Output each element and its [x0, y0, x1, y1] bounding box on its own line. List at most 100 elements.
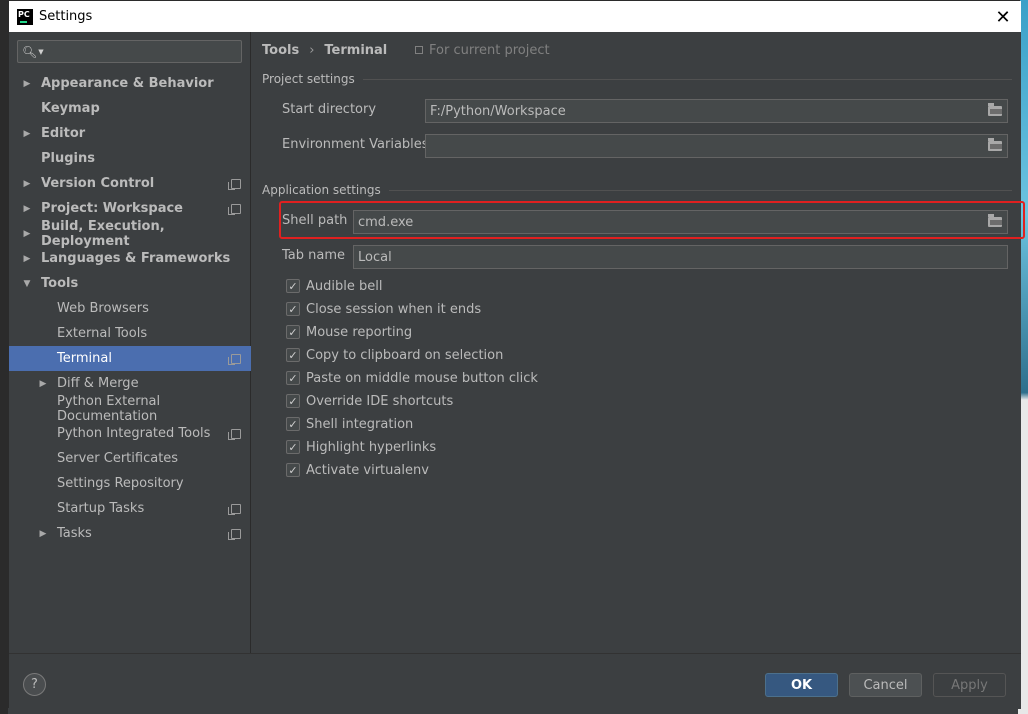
pycharm-logo-icon: PC: [17, 8, 33, 25]
project-scope-icon: [228, 428, 241, 440]
shell-path-value: cmd.exe: [358, 214, 414, 230]
shell-path-field[interactable]: cmd.exe: [353, 210, 1008, 234]
sidebar-item-plugins[interactable]: Plugins: [9, 146, 251, 171]
dialog-button-bar: ? OK Cancel Apply: [9, 653, 1021, 709]
sidebar-item-tools[interactable]: ▼ Tools: [9, 271, 251, 296]
sidebar-item-keymap[interactable]: Keymap: [9, 96, 251, 121]
sidebar-item-diff-merge[interactable]: ▶ Diff & Merge: [9, 371, 251, 396]
checkbox-row[interactable]: ✓ Activate virtualenv: [286, 461, 429, 479]
settings-dialog: PC Settings ✕ 🔍︎ ▼ ▶ Appearance & Behavio…: [8, 0, 1025, 709]
sidebar-item-startup-tasks[interactable]: Startup Tasks: [9, 496, 251, 521]
checkbox[interactable]: ✓: [286, 394, 300, 408]
chevron-right-icon[interactable]: ▶: [22, 204, 32, 214]
search-input[interactable]: 🔍︎ ▼: [17, 40, 242, 63]
chevron-right-icon[interactable]: ▶: [22, 254, 32, 264]
sidebar-item-label: Startup Tasks: [57, 501, 145, 516]
chevron-down-icon[interactable]: ▼: [22, 279, 32, 289]
checkbox-row[interactable]: ✓ Highlight hyperlinks: [286, 438, 436, 456]
application-settings-header: Application settings: [262, 183, 1012, 197]
sidebar-item-server-certificates[interactable]: Server Certificates: [9, 446, 251, 471]
checkbox[interactable]: ✓: [286, 417, 300, 431]
sidebar-item-version-control[interactable]: ▶ Version Control: [9, 171, 251, 196]
sidebar-item-external-tools[interactable]: External Tools: [9, 321, 251, 346]
close-icon[interactable]: ✕: [989, 3, 1017, 31]
project-scope-icon: [228, 528, 241, 540]
sidebar-item-project-workspace[interactable]: ▶ Project: Workspace: [9, 196, 251, 221]
checkbox-row[interactable]: ✓ Audible bell: [286, 277, 382, 295]
breadcrumb: Tools › Terminal: [262, 41, 387, 59]
sidebar-item-label: Terminal: [57, 351, 112, 366]
shell-path-label: Shell path: [282, 213, 348, 228]
checkbox-label: Copy to clipboard on selection: [306, 347, 504, 363]
checkbox[interactable]: ✓: [286, 463, 300, 477]
sidebar-item-settings-repository[interactable]: Settings Repository: [9, 471, 251, 496]
sidebar-item-label: Keymap: [41, 101, 100, 116]
chevron-right-icon[interactable]: ▶: [22, 79, 32, 89]
checkbox[interactable]: ✓: [286, 371, 300, 385]
apply-button[interactable]: Apply: [933, 673, 1006, 697]
sidebar-item-tasks[interactable]: ▶ Tasks: [9, 521, 251, 546]
checkbox-row[interactable]: ✓ Copy to clipboard on selection: [286, 346, 503, 364]
terminal-settings-panel: Tools › Terminal For current project Pro…: [252, 32, 1025, 653]
chevron-right-icon[interactable]: ▶: [38, 379, 48, 389]
checkbox-row[interactable]: ✓ Mouse reporting: [286, 323, 412, 341]
sidebar-item-build-execution-deployment[interactable]: ▶ Build, Execution, Deployment: [9, 218, 251, 249]
sidebar-item-label: Build, Execution, Deployment: [41, 218, 165, 249]
tab-name-field[interactable]: Local: [353, 245, 1008, 269]
checkbox-row[interactable]: ✓ Close session when it ends: [286, 300, 481, 318]
ok-button[interactable]: OK: [765, 673, 838, 697]
checkbox-row[interactable]: ✓ Paste on middle mouse button click: [286, 369, 538, 387]
help-button[interactable]: ?: [23, 673, 46, 696]
checkbox[interactable]: ✓: [286, 348, 300, 362]
sidebar-item-python-external-documentation[interactable]: Python External Documentation: [9, 393, 251, 424]
checkbox[interactable]: ✓: [286, 302, 300, 316]
project-scope-icon: [228, 353, 241, 365]
sidebar-item-label: Server Certificates: [57, 451, 179, 466]
start-directory-label: Start directory: [282, 102, 377, 117]
folder-icon[interactable]: [988, 214, 1002, 227]
checkbox[interactable]: ✓: [286, 440, 300, 454]
environment-variables-field[interactable]: [425, 134, 1008, 158]
chevron-right-icon[interactable]: ▶: [38, 529, 48, 539]
sidebar-item-editor[interactable]: ▶ Editor: [9, 121, 251, 146]
project-settings-title: Project settings: [262, 72, 355, 86]
sidebar-item-terminal[interactable]: Terminal: [9, 346, 251, 371]
chevron-right-icon[interactable]: ▶: [22, 179, 32, 189]
title-bar: PC Settings ✕: [9, 1, 1021, 32]
sidebar-item-label: Tasks: [57, 526, 92, 541]
scope-note-label: For current project: [429, 42, 550, 58]
checkbox-row[interactable]: ✓ Override IDE shortcuts: [286, 392, 453, 410]
sidebar-item-label: Version Control: [41, 176, 155, 191]
checkbox-row[interactable]: ✓ Shell integration: [286, 415, 413, 433]
sidebar-item-label: Appearance & Behavior: [41, 76, 214, 91]
project-scope-icon: [415, 46, 423, 54]
chevron-down-icon: ▼: [38, 47, 44, 56]
sidebar-item-python-integrated-tools[interactable]: Python Integrated Tools: [9, 421, 251, 446]
sidebar-item-label: Web Browsers: [57, 301, 149, 316]
search-icon: 🔍︎: [22, 44, 38, 59]
breadcrumb-parent: Tools: [262, 42, 300, 58]
breadcrumb-current: Terminal: [324, 42, 388, 58]
sidebar-item-languages-frameworks[interactable]: ▶ Languages & Frameworks: [9, 246, 251, 271]
chevron-right-icon[interactable]: ▶: [22, 229, 32, 239]
folder-icon[interactable]: [988, 103, 1002, 116]
desktop-background-left: [0, 0, 8, 714]
project-settings-header: Project settings: [262, 72, 1012, 86]
sidebar-item-web-browsers[interactable]: Web Browsers: [9, 296, 251, 321]
project-scope-icon: [228, 178, 241, 190]
folder-icon[interactable]: [988, 138, 1002, 151]
chevron-right-icon[interactable]: ▶: [22, 129, 32, 139]
sidebar-item-label: Python Integrated Tools: [57, 426, 211, 441]
checkbox[interactable]: ✓: [286, 279, 300, 293]
tab-name-value: Local: [358, 249, 392, 265]
start-directory-field[interactable]: F:/Python/Workspace: [425, 99, 1008, 123]
sidebar-item-label: Plugins: [41, 151, 95, 166]
checkbox-label: Close session when it ends: [306, 301, 482, 317]
cancel-button[interactable]: Cancel: [849, 673, 922, 697]
sidebar-item-appearance-behavior[interactable]: ▶ Appearance & Behavior: [9, 71, 251, 96]
settings-tree: ▶ Appearance & Behavior Keymap ▶ Editor Plugi…: [9, 71, 251, 546]
checkbox-label: Shell integration: [306, 416, 414, 432]
sidebar-item-label: Python External Documentation: [57, 393, 161, 424]
checkbox[interactable]: ✓: [286, 325, 300, 339]
sidebar-item-label: Editor: [41, 126, 86, 141]
